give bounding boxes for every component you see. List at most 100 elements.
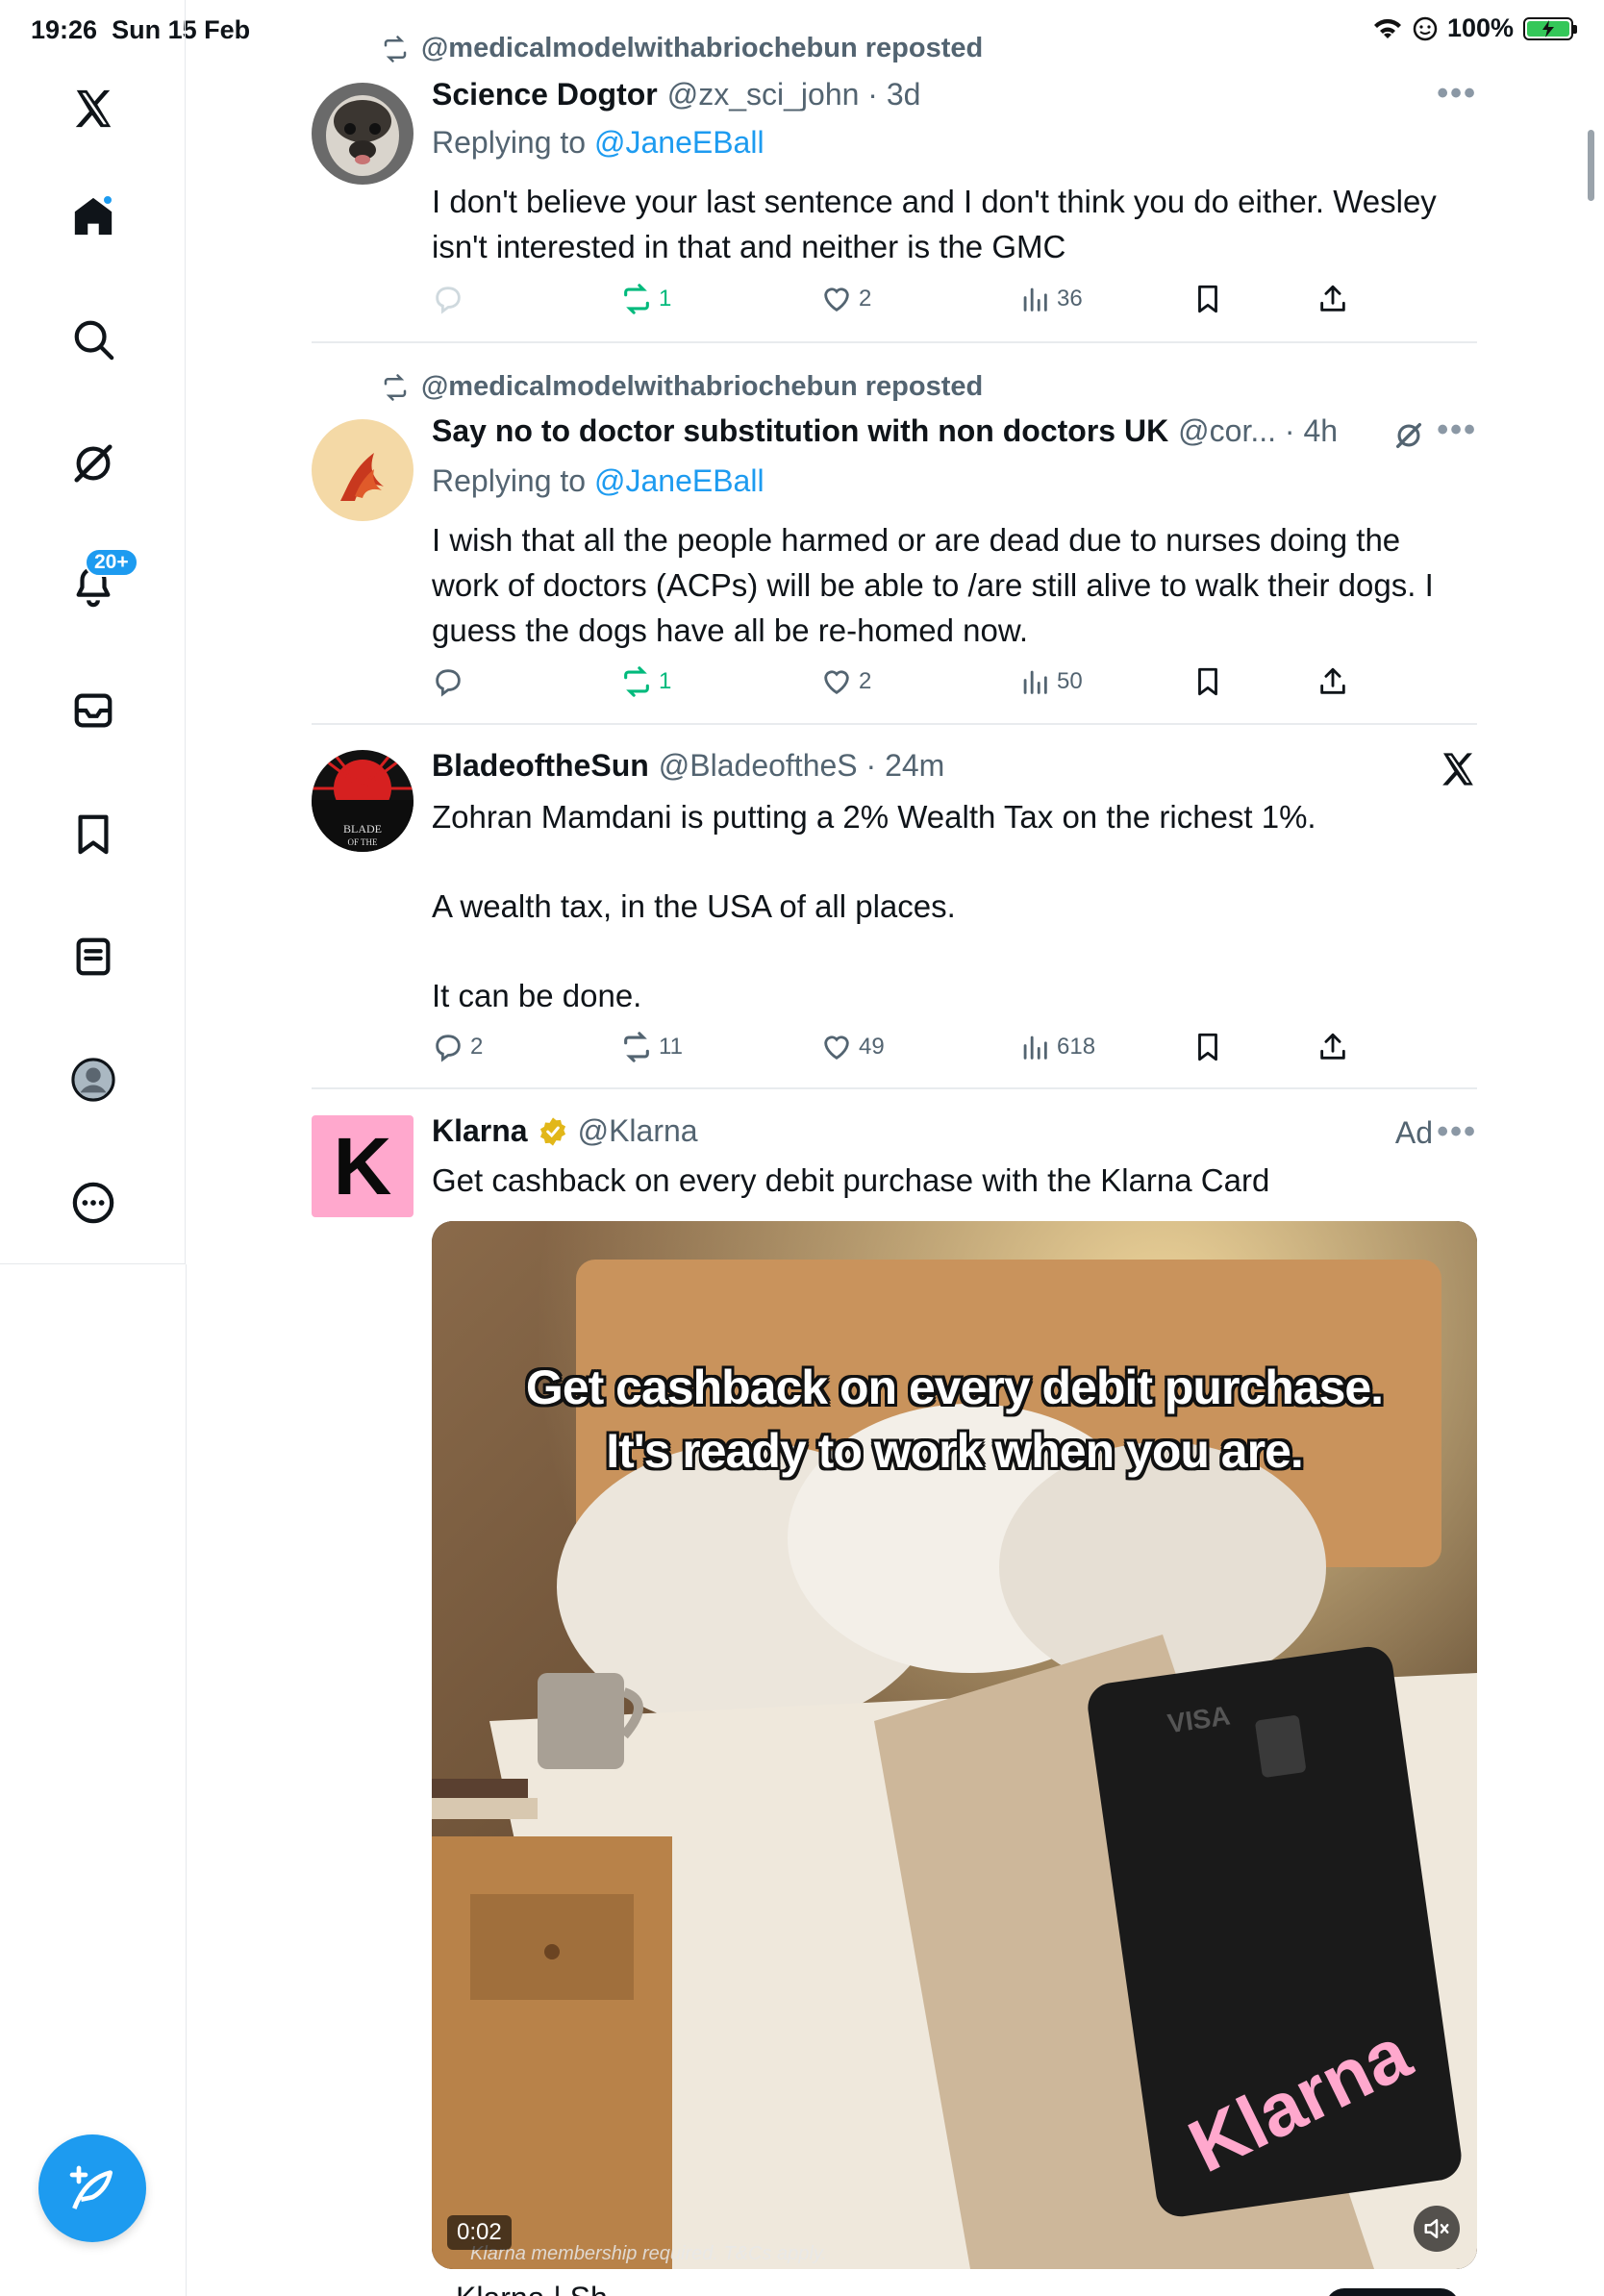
x-logo[interactable] <box>60 75 127 142</box>
repost-button[interactable]: 1 <box>620 283 671 315</box>
post-text-line: I wish that all the people harmed or are… <box>432 522 1401 558</box>
klarna-logo[interactable]: K <box>312 1115 414 1217</box>
sidebar-item-more[interactable] <box>60 1169 127 1236</box>
post-text: Get cashback on every debit purchase wit… <box>432 1162 1270 1198</box>
sidebar-item-bookmarks[interactable] <box>60 800 127 867</box>
more-options-icon[interactable]: ••• <box>1437 1113 1477 1151</box>
author-handle[interactable]: @zx_sci_john · 3d <box>667 77 921 112</box>
avatar-icon <box>71 1058 115 1102</box>
reply-button[interactable] <box>432 283 464 315</box>
bookmark-button[interactable] <box>1191 283 1224 315</box>
like-button[interactable]: 2 <box>820 665 871 698</box>
reply-button[interactable] <box>432 665 464 698</box>
reply-icon <box>436 669 461 697</box>
sidebar-item-profile[interactable] <box>60 1046 127 1113</box>
sidebar-item-grok[interactable] <box>60 430 127 497</box>
sidebar-item-notifications[interactable]: 20+ <box>60 548 138 619</box>
views-icon <box>1023 670 1047 694</box>
like-button[interactable]: 2 <box>820 283 871 315</box>
ad-label: Ad <box>1394 1115 1433 1150</box>
more-options-icon[interactable]: ••• <box>1437 75 1477 112</box>
post-divider <box>312 341 1477 343</box>
notification-badge: 20+ <box>85 548 138 577</box>
more-circle-icon <box>72 1182 114 1224</box>
avatar[interactable] <box>312 83 414 185</box>
views-button[interactable]: 618 <box>1018 1031 1095 1063</box>
post-text: I don't believe your last sentence and I… <box>432 184 1437 264</box>
post-text-line <box>432 929 1470 973</box>
x-logo-icon[interactable] <box>1439 750 1477 788</box>
scrollbar-thumb[interactable] <box>1588 130 1594 201</box>
author-handle[interactable]: @BladeoftheS · 24m <box>659 748 945 784</box>
grok-icon <box>74 444 113 483</box>
wifi-icon <box>1373 18 1401 38</box>
author-name[interactable]: Science Dogtor <box>432 77 658 112</box>
share-button[interactable] <box>1316 283 1349 315</box>
repost-icon <box>624 284 649 314</box>
grok-explain-icon[interactable] <box>1392 419 1425 452</box>
sidebar: 20+ <box>0 0 186 1264</box>
repost-icon <box>624 666 649 697</box>
post-text: Zohran Mamdani is putting a 2% Wealth Ta… <box>432 794 1470 1018</box>
repost-indicator: @medicalmodelwithabriochebun reposted <box>381 33 983 64</box>
views-icon <box>1023 287 1047 312</box>
bookmark-icon <box>1198 1033 1217 1061</box>
views-icon <box>1023 1036 1047 1060</box>
author-handle[interactable]: @cor... · 4h <box>1178 413 1338 449</box>
ad-card-title-partial[interactable]: Klarna | Sh... <box>456 2281 633 2296</box>
battery-percent: 100% <box>1446 13 1514 42</box>
speaker-muted-icon <box>1424 2219 1449 2238</box>
repost-button[interactable]: 11 <box>620 1031 683 1063</box>
post-header: BladeoftheSun @BladeoftheS · 24m <box>432 748 944 784</box>
focus-icon <box>1413 16 1438 40</box>
avatar[interactable]: BLADE OF THE <box>312 750 414 852</box>
repost-button[interactable]: 1 <box>620 665 671 698</box>
mention-link[interactable]: @JaneEBall <box>594 463 764 498</box>
sidebar-item-lists[interactable] <box>60 923 127 990</box>
sidebar-item-search[interactable] <box>60 306 127 373</box>
search-icon <box>74 320 114 361</box>
post-actions: 2 11 49 618 <box>432 1031 1374 1073</box>
reply-button[interactable]: 2 <box>432 1031 483 1063</box>
share-button[interactable] <box>1316 665 1349 698</box>
avatar[interactable] <box>312 419 414 521</box>
author-name[interactable]: Say no to doctor substitution with non d… <box>432 413 1168 449</box>
repost-icon <box>384 35 407 62</box>
sidebar-item-messages[interactable] <box>60 677 127 744</box>
author-name[interactable]: Klarna <box>432 1113 528 1149</box>
bookmark-icon <box>1198 285 1217 313</box>
post-actions: 1 2 36 <box>432 283 1374 325</box>
heart-icon <box>824 287 849 312</box>
sidebar-item-home[interactable] <box>60 183 127 250</box>
video-caption: Get cashback on every debit purchase. It… <box>525 1360 1384 1478</box>
author-handle[interactable]: @Klarna <box>578 1113 698 1149</box>
views-button[interactable]: 50 <box>1018 665 1083 698</box>
svg-text:OF THE: OF THE <box>347 837 378 847</box>
post-header: Science Dogtor @zx_sci_john · 3d <box>432 77 920 112</box>
share-icon <box>1320 1033 1345 1060</box>
more-options-icon[interactable]: ••• <box>1437 412 1477 449</box>
post-actions: 1 2 50 <box>432 665 1374 708</box>
post-text-line: A wealth tax, in the USA of all places. <box>432 888 956 924</box>
mention-link[interactable]: @JaneEBall <box>594 125 764 160</box>
ad-video[interactable]: VISA Klarna Get cashback on every debit … <box>432 1221 1477 2269</box>
compose-button[interactable] <box>38 2134 146 2242</box>
post-divider <box>312 1087 1477 1089</box>
like-button[interactable]: 49 <box>820 1031 885 1063</box>
author-name[interactable]: BladeoftheSun <box>432 748 649 784</box>
bookmark-button[interactable] <box>1191 665 1224 698</box>
mute-button[interactable] <box>1414 2206 1460 2252</box>
sidebar-rail <box>186 1264 187 2296</box>
post-text-line: Zohran Mamdani is putting a 2% Wealth Ta… <box>432 799 1316 835</box>
repost-indicator: @medicalmodelwithabriochebun reposted <box>381 371 983 403</box>
repost-icon <box>624 1032 649 1062</box>
bookmark-button[interactable] <box>1191 1031 1224 1063</box>
home-unread-dot <box>102 194 113 206</box>
svg-text:BLADE: BLADE <box>343 822 382 836</box>
views-button[interactable]: 36 <box>1018 283 1083 315</box>
replying-to: Replying to @JaneEBall <box>432 125 764 160</box>
ad-cta-button-partial[interactable] <box>1325 2288 1460 2296</box>
replying-to: Replying to @JaneEBall <box>432 463 764 498</box>
lists-icon <box>76 937 111 976</box>
share-button[interactable] <box>1316 1031 1349 1063</box>
